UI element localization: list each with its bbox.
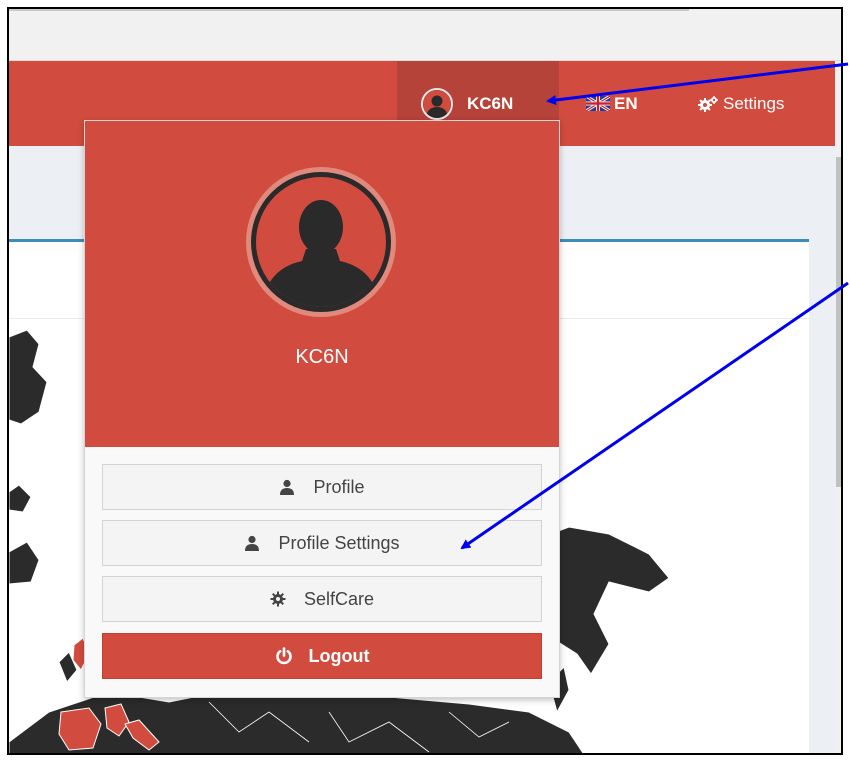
uk-flag-icon xyxy=(586,96,610,111)
scrollbar-thumb[interactable] xyxy=(836,157,841,487)
language-label: EN xyxy=(614,93,638,113)
gears-icon xyxy=(698,95,718,112)
settings-link[interactable]: Settings xyxy=(697,61,784,146)
profile-settings-label: Profile Settings xyxy=(278,532,400,553)
user-dropdown-menu: KC6N Profile Profile Settings SelfCare L… xyxy=(84,120,560,698)
dropdown-body: Profile Profile Settings SelfCare Logout xyxy=(85,447,559,697)
large-avatar-icon xyxy=(246,167,396,317)
gear-icon xyxy=(270,591,286,607)
profile-label: Profile xyxy=(313,476,365,497)
selfcare-label: SelfCare xyxy=(303,588,375,609)
browser-topline xyxy=(9,9,689,11)
user-icon xyxy=(244,535,260,551)
screenshot-frame: KC6N EN Settings KC6N Profile Profile Se… xyxy=(7,7,843,755)
user-icon xyxy=(279,479,295,495)
selfcare-button[interactable]: SelfCare xyxy=(102,576,542,622)
settings-label: Settings xyxy=(723,93,785,113)
profile-button[interactable]: Profile xyxy=(102,464,542,510)
navbar-username: KC6N xyxy=(467,93,514,113)
dropdown-username: KC6N xyxy=(295,346,349,368)
power-icon xyxy=(275,647,293,665)
profile-settings-button[interactable]: Profile Settings xyxy=(102,520,542,566)
avatar-icon xyxy=(421,87,453,120)
dropdown-header: KC6N xyxy=(85,121,559,447)
language-selector[interactable]: EN xyxy=(586,61,638,146)
page-scrollbar[interactable] xyxy=(835,61,841,753)
logout-button[interactable]: Logout xyxy=(102,633,542,679)
logout-label: Logout xyxy=(308,645,370,666)
browser-toolbar xyxy=(9,9,841,61)
